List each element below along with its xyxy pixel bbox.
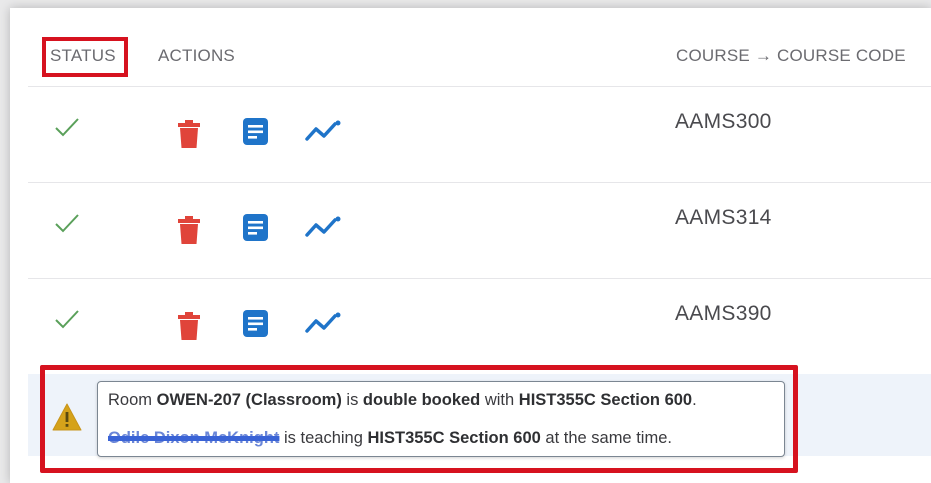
check-icon [55,310,79,329]
trend-icon[interactable] [305,120,341,142]
row-divider [28,86,931,87]
actions-column-header: ACTIONS [158,46,235,65]
conflict-highlight [40,365,798,473]
course-code: AAMS300 [675,110,772,133]
trend-icon[interactable] [305,216,341,238]
table-row: AAMS314 [0,184,931,280]
trash-icon[interactable] [178,120,200,148]
check-icon [55,214,79,233]
course-code: AAMS314 [675,206,772,229]
row-divider [28,278,931,279]
document-icon[interactable] [243,214,268,241]
trash-icon[interactable] [178,216,200,244]
table-row: AAMS300 [0,88,931,184]
row-divider [28,182,931,183]
course-code: AAMS390 [675,302,772,325]
status-column-header[interactable]: STATUS [50,46,116,66]
trend-icon[interactable] [305,312,341,334]
trash-icon[interactable] [178,312,200,340]
course-code-column-header[interactable]: COURSE → COURSE CODE [676,46,906,66]
check-icon [55,118,79,137]
document-icon[interactable] [243,118,268,145]
table-row: AAMS390 [0,280,931,376]
document-icon[interactable] [243,310,268,337]
